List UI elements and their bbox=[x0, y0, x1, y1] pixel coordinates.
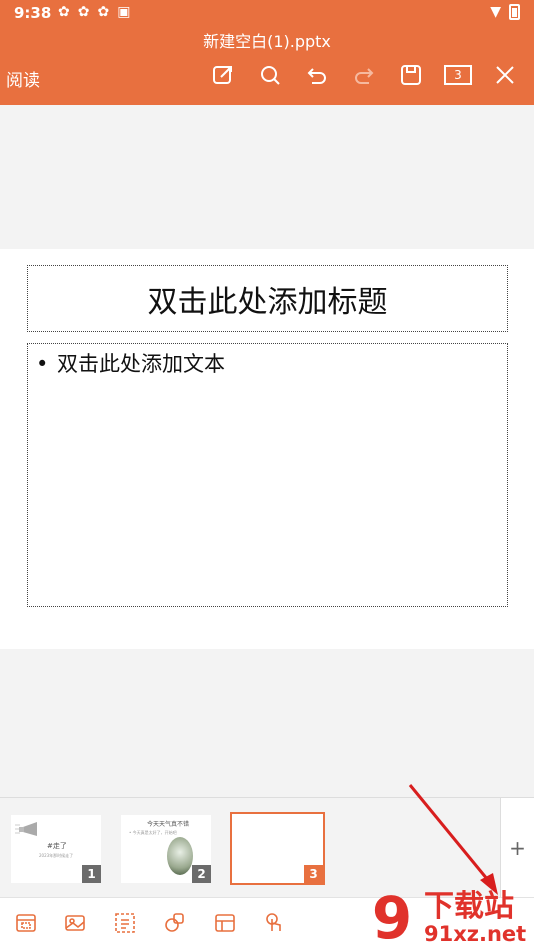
animation-touch-icon[interactable] bbox=[263, 911, 291, 939]
status-time: 9:38 bbox=[14, 4, 52, 22]
thumb-caption: 2023年那时候走了 bbox=[39, 853, 74, 858]
thumbnail-3[interactable]: 3 bbox=[230, 812, 325, 885]
title-placeholder[interactable]: 双击此处添加标题 bbox=[27, 265, 508, 332]
wifi-icon: ▼ bbox=[490, 4, 501, 20]
thumb-title: 今天天气真不错 bbox=[147, 821, 190, 828]
text-icon: ▣ bbox=[117, 4, 131, 20]
table-icon[interactable] bbox=[213, 911, 241, 939]
watermark-url: 91xz.net bbox=[424, 921, 527, 946]
image-icon[interactable] bbox=[63, 911, 91, 939]
page-count: 3 bbox=[444, 65, 472, 85]
body-placeholder[interactable]: • 双击此处添加文本 bbox=[27, 343, 508, 607]
edit-icon[interactable] bbox=[208, 60, 238, 90]
shape-icon[interactable] bbox=[163, 911, 191, 939]
watermark-logo: 9 bbox=[371, 884, 413, 950]
watermark: 9 下载站 91xz.net bbox=[360, 884, 534, 950]
textbox-icon[interactable] bbox=[113, 911, 141, 939]
thumbnail-strip: #走了 2023年那时候走了 1 今天天气真不错 • 今天真是太好了，开始吧 2… bbox=[0, 797, 534, 898]
thumb-caption: • 今天真是太好了，开始吧 bbox=[129, 830, 177, 835]
slide-canvas[interactable]: 双击此处添加标题 • 双击此处添加文本 bbox=[0, 249, 534, 649]
add-slide-button[interactable]: + bbox=[500, 798, 534, 898]
close-icon[interactable] bbox=[490, 60, 520, 90]
undo-icon[interactable] bbox=[302, 60, 332, 90]
status-right: ▼ bbox=[490, 4, 520, 20]
body-text: 双击此处添加文本 bbox=[57, 352, 225, 376]
thumb-image bbox=[167, 837, 193, 875]
thumb-title: #走了 bbox=[47, 842, 67, 850]
app-icon: ✿ bbox=[77, 4, 90, 20]
watermark-text: 下载站 91xz.net bbox=[424, 888, 527, 946]
megaphone-icon bbox=[15, 822, 37, 836]
save-icon[interactable] bbox=[396, 60, 426, 90]
bullet: • bbox=[36, 352, 49, 376]
thumb-number: 2 bbox=[192, 865, 211, 883]
read-mode-button[interactable]: 阅读 bbox=[6, 66, 40, 91]
thumb-number: 3 bbox=[304, 865, 323, 883]
thumbnail-2[interactable]: 今天天气真不错 • 今天真是太好了，开始吧 2 bbox=[121, 815, 211, 883]
battery-icon bbox=[509, 4, 520, 20]
search-icon[interactable] bbox=[255, 60, 285, 90]
thumbnail-1[interactable]: #走了 2023年那时候走了 1 bbox=[11, 815, 101, 883]
toolbar: 3 bbox=[208, 60, 520, 90]
page-count-button[interactable]: 3 bbox=[443, 60, 473, 90]
app-icon: ✿ bbox=[58, 4, 70, 20]
file-title: 新建空白(1).pptx bbox=[203, 32, 331, 51]
status-icons: ✿ ✿ ✿ ▣ bbox=[58, 4, 130, 20]
watermark-title: 下载站 bbox=[424, 888, 514, 924]
top-bar: 9:38 ✿ ✿ ✿ ▣ ▼ 新建空白(1).pptx 阅读 3 bbox=[0, 0, 534, 105]
redo-icon[interactable] bbox=[349, 60, 379, 90]
slide-layout-icon[interactable] bbox=[14, 911, 42, 939]
thumb-number: 1 bbox=[82, 865, 101, 883]
app-icon: ✿ bbox=[97, 4, 110, 20]
